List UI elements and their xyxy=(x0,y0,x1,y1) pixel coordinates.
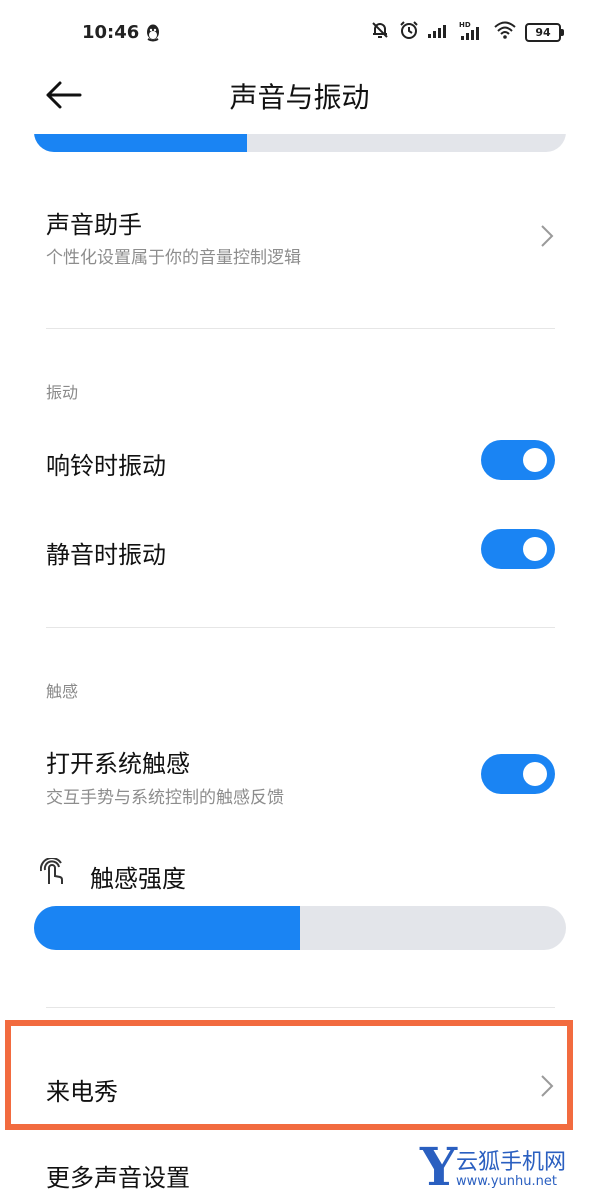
divider xyxy=(46,1007,555,1008)
hd-signal-icon: HD xyxy=(459,20,485,44)
divider xyxy=(46,328,555,329)
qq-icon xyxy=(145,24,161,46)
watermark-url: www.yunhu.net xyxy=(456,1174,557,1189)
vibrate-on-ring-toggle[interactable] xyxy=(481,440,555,480)
svg-text:HD: HD xyxy=(459,21,471,29)
divider xyxy=(46,627,555,628)
section-haptics: 触感 xyxy=(46,682,79,701)
bell-off-icon xyxy=(370,20,390,44)
haptic-intensity-slider[interactable] xyxy=(34,906,566,950)
status-bar: 10:46 HD 94 xyxy=(0,0,599,64)
haptic-finger-icon xyxy=(39,857,66,890)
status-time: 10:46 xyxy=(82,22,140,43)
more-sound-settings[interactable]: 更多声音设置 xyxy=(46,1158,190,1193)
haptic-intensity-fill xyxy=(34,906,300,950)
wifi-icon xyxy=(494,21,516,43)
system-haptics-title: 打开系统触感 xyxy=(46,750,190,778)
battery-icon: 94 xyxy=(525,22,564,42)
sound-assistant-title: 声音助手 xyxy=(46,211,142,239)
highlight-frame xyxy=(5,1020,573,1130)
vibrate-on-silent-toggle[interactable] xyxy=(481,529,555,569)
sound-assistant-subtitle: 个性化设置属于你的音量控制逻辑 xyxy=(46,248,301,268)
signal-icon xyxy=(428,22,450,42)
back-button[interactable] xyxy=(44,78,82,116)
watermark-name: 云狐手机网 xyxy=(456,1150,567,1175)
page-title-text: 声音与振动 xyxy=(229,81,370,114)
vibrate-on-ring-label: 响铃时振动 xyxy=(46,452,166,480)
haptic-intensity-label: 触感强度 xyxy=(90,865,186,893)
watermark-letter: Y xyxy=(420,1137,458,1198)
system-haptics-subtitle: 交互手势与系统控制的触感反馈 xyxy=(46,788,284,808)
chevron-right-icon xyxy=(540,224,554,252)
alarm-icon xyxy=(399,20,419,44)
section-vibration: 振动 xyxy=(46,383,79,402)
system-haptics-toggle[interactable] xyxy=(481,754,555,794)
watermark-logo: Y 云狐手机网 www.yunhu.net xyxy=(420,1140,590,1196)
vibrate-on-silent-label: 静音时振动 xyxy=(46,541,166,569)
